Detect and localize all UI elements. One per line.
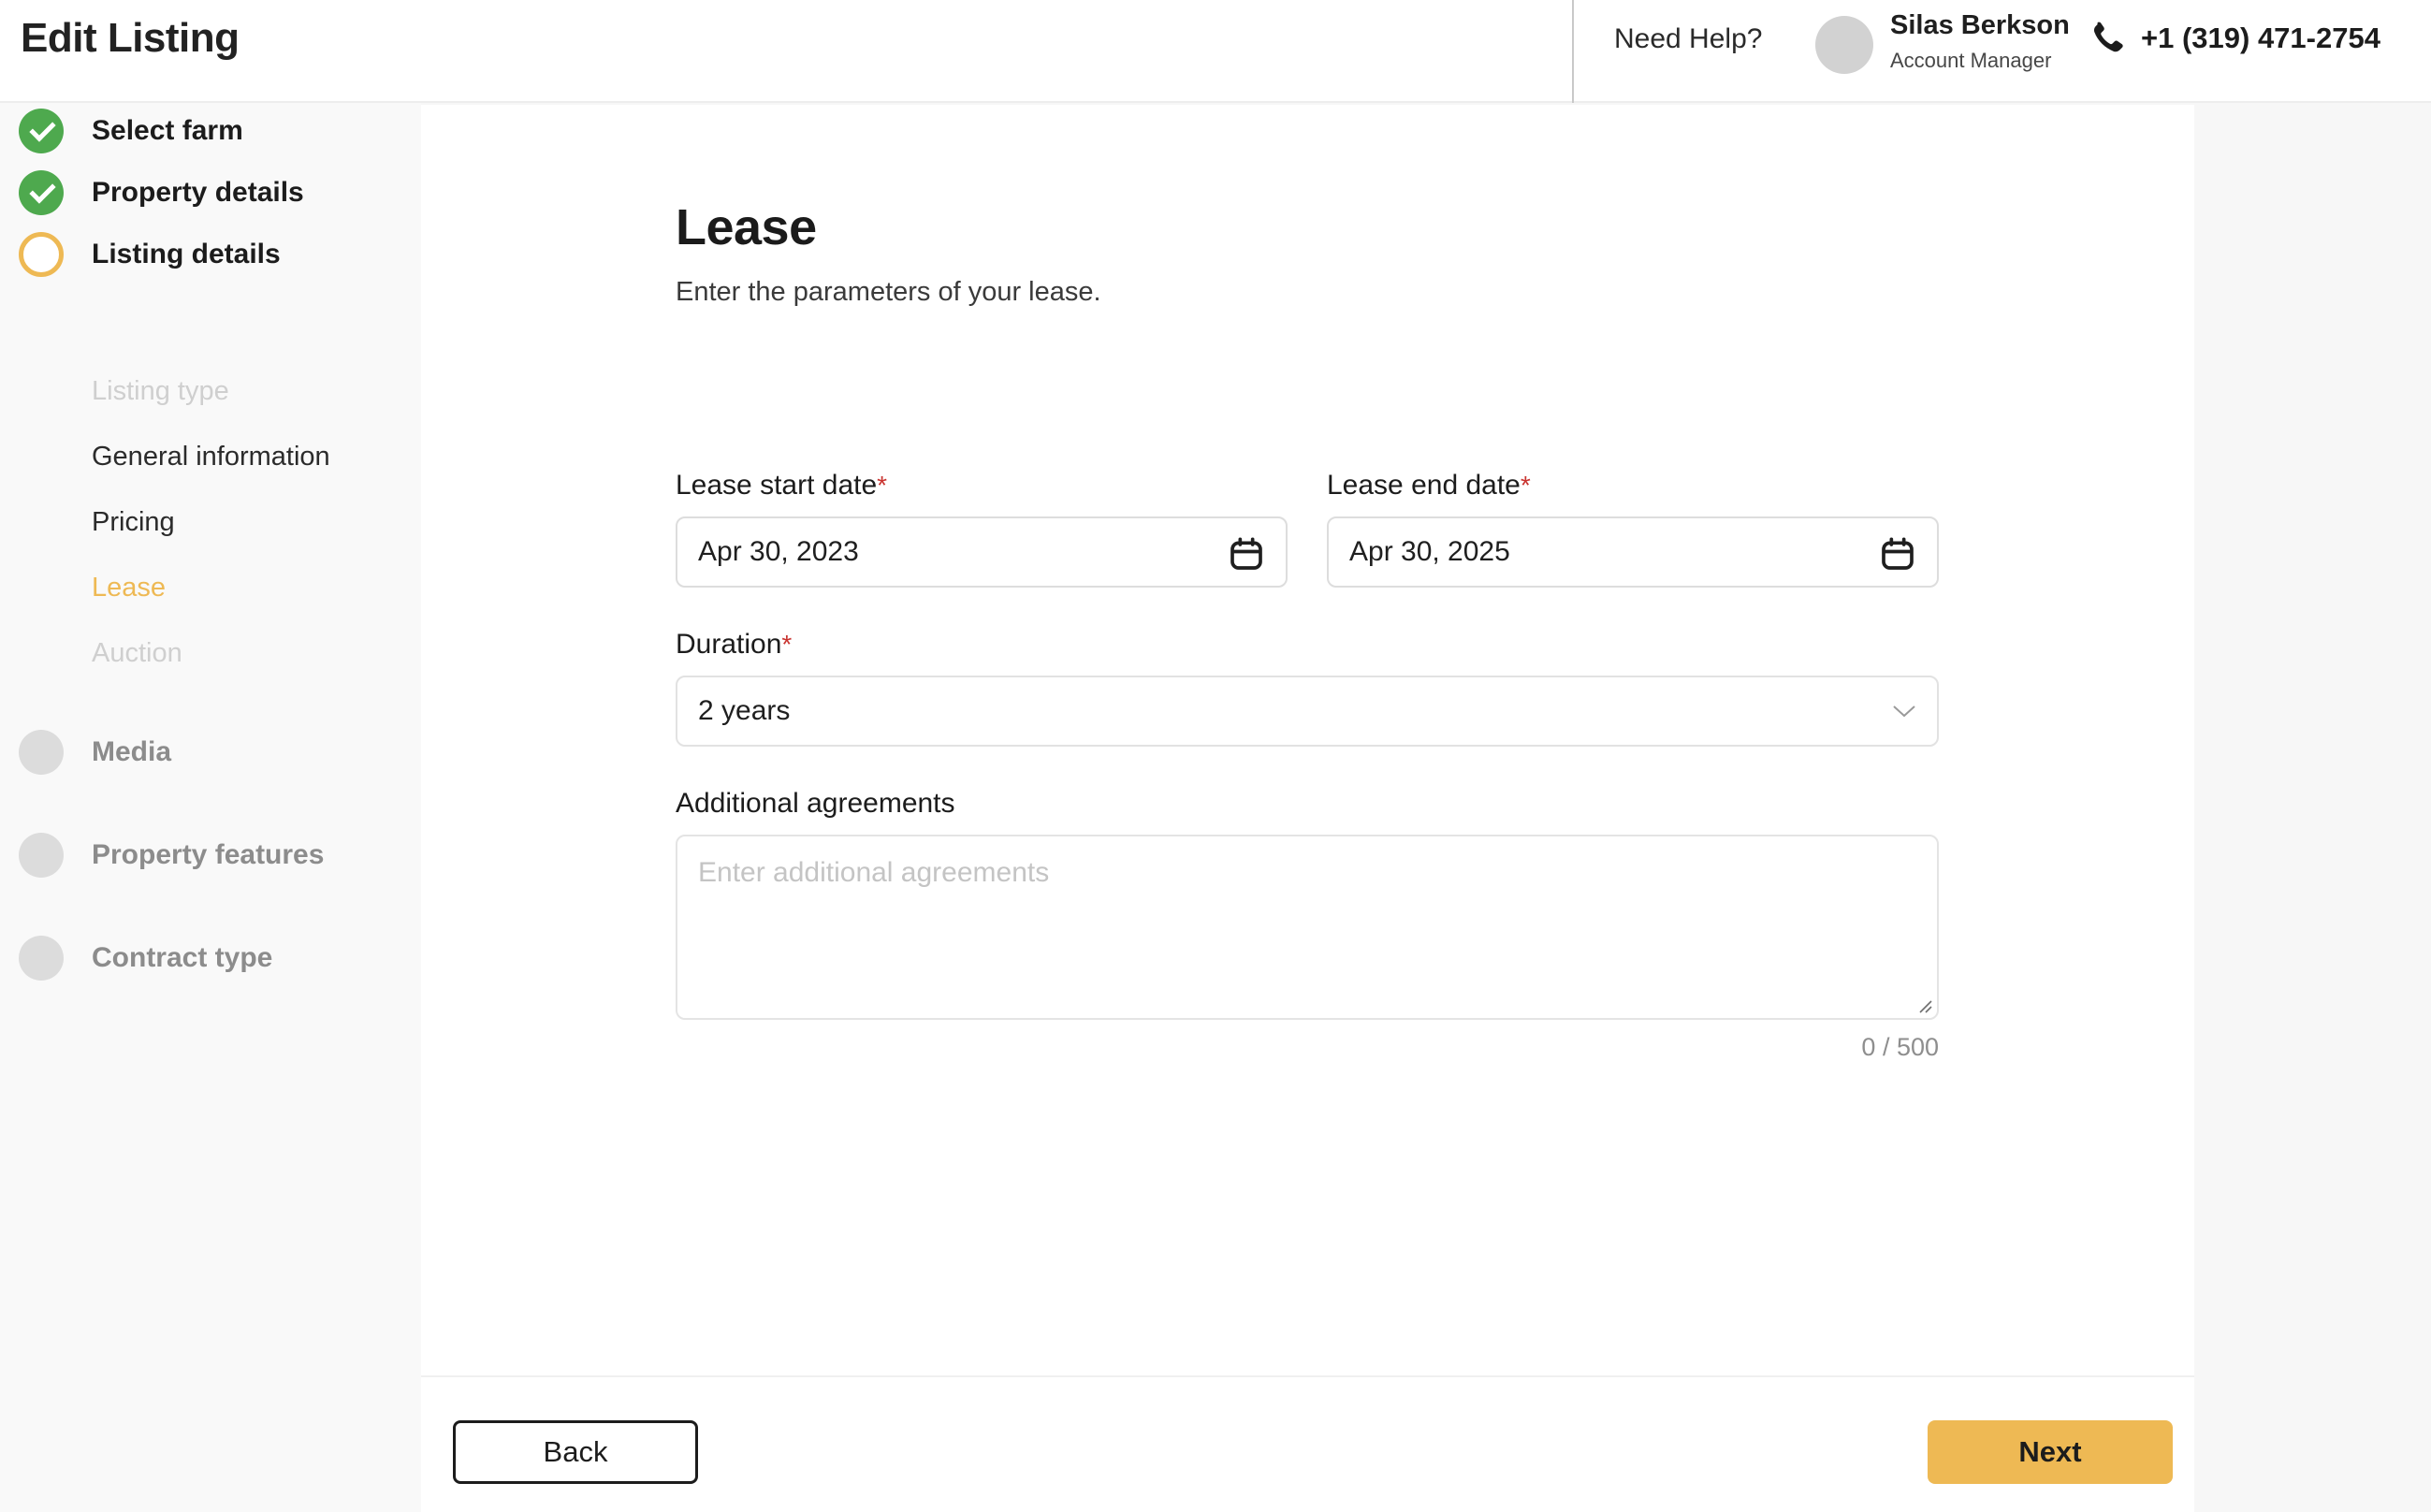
sidebar-substep-lease[interactable]: Lease	[92, 573, 166, 603]
footer-divider	[421, 1375, 2194, 1377]
required-asterisk: *	[781, 630, 792, 659]
additional-agreements-field: Additional agreements Enter additional a…	[676, 788, 1939, 1062]
lease-start-date-label: Lease start date*	[676, 470, 1288, 502]
header-divider	[1572, 0, 1574, 103]
sidebar-step-contract-type[interactable]: Contract type	[0, 930, 421, 986]
page-title: Edit Listing	[21, 15, 240, 62]
sidebar-step-listing-details[interactable]: Listing details	[0, 226, 421, 283]
edit-listing-page: Edit Listing Need Help? Silas Berkson Ac…	[0, 0, 2431, 1512]
wizard-sidebar: Select farm Property details Listing det…	[0, 103, 421, 1512]
current-step-circle-icon	[19, 232, 64, 277]
label-text: Lease end date	[1327, 470, 1521, 501]
lease-end-date-value: Apr 30, 2025	[1349, 536, 1510, 568]
required-asterisk: *	[877, 471, 887, 500]
check-circle-icon	[19, 109, 64, 153]
label-text: Duration	[676, 629, 781, 660]
sidebar-step-label: Property features	[92, 839, 324, 871]
duration-value: 2 years	[698, 695, 790, 727]
sidebar-substep-auction: Auction	[92, 638, 182, 669]
additional-agreements-textarea[interactable]: Enter additional agreements	[676, 835, 1939, 1020]
pending-step-circle-icon	[19, 730, 64, 775]
character-counter: 0 / 500	[676, 1033, 1939, 1062]
account-manager-role: Account Manager	[1890, 49, 2051, 73]
phone-number: +1 (319) 471-2754	[2141, 22, 2380, 55]
lease-end-date-field: Lease end date* Apr 30, 2025	[1327, 470, 1939, 588]
sidebar-step-media[interactable]: Media	[0, 724, 421, 780]
additional-agreements-label: Additional agreements	[676, 788, 1939, 820]
phone-icon	[2087, 19, 2126, 58]
sidebar-step-property-details[interactable]: Property details	[0, 165, 421, 221]
pending-step-circle-icon	[19, 833, 64, 878]
lease-start-date-input[interactable]: Apr 30, 2023	[676, 516, 1288, 588]
chevron-down-icon[interactable]	[1892, 704, 1916, 719]
sidebar-substep-listing-type: Listing type	[92, 376, 229, 407]
check-circle-icon	[19, 170, 64, 215]
sidebar-step-label: Listing details	[92, 239, 281, 270]
back-button[interactable]: Back	[453, 1420, 698, 1484]
lease-start-date-value: Apr 30, 2023	[698, 536, 859, 568]
lease-end-date-input[interactable]: Apr 30, 2025	[1327, 516, 1939, 588]
sidebar-substep-pricing[interactable]: Pricing	[92, 507, 175, 538]
lease-start-date-field: Lease start date* Apr 30, 2023	[676, 470, 1288, 588]
section-title: Lease	[676, 198, 1101, 256]
sidebar-step-property-features[interactable]: Property features	[0, 827, 421, 883]
sidebar-step-label: Select farm	[92, 115, 243, 147]
required-asterisk: *	[1521, 471, 1531, 500]
sidebar-substep-general-information[interactable]: General information	[92, 442, 330, 472]
duration-label: Duration*	[676, 629, 1939, 661]
pending-step-circle-icon	[19, 936, 64, 981]
calendar-icon[interactable]	[1228, 535, 1265, 573]
lease-end-date-label: Lease end date*	[1327, 470, 1939, 502]
date-fields-row: Lease start date* Apr 30, 2023	[676, 470, 1939, 588]
sidebar-step-select-farm[interactable]: Select farm	[0, 103, 421, 159]
additional-agreements-placeholder: Enter additional agreements	[698, 857, 1916, 889]
account-manager-name: Silas Berkson	[1890, 10, 2070, 41]
phone-contact[interactable]: +1 (319) 471-2754	[2087, 19, 2380, 58]
section-subtitle: Enter the parameters of your lease.	[676, 277, 1101, 308]
resize-handle[interactable]	[1913, 994, 1933, 1014]
duration-field: Duration* 2 years	[676, 629, 1939, 747]
next-button[interactable]: Next	[1928, 1420, 2173, 1484]
section-heading-block: Lease Enter the parameters of your lease…	[676, 198, 1101, 308]
duration-select[interactable]: 2 years	[676, 676, 1939, 747]
lease-form: Lease start date* Apr 30, 2023	[676, 470, 1939, 1062]
label-text: Lease start date	[676, 470, 877, 501]
need-help-label[interactable]: Need Help?	[1614, 23, 1762, 55]
calendar-icon[interactable]	[1879, 535, 1916, 573]
content-panel: Lease Enter the parameters of your lease…	[421, 105, 2194, 1512]
sidebar-step-label: Contract type	[92, 942, 272, 974]
sidebar-step-label: Property details	[92, 177, 304, 209]
sidebar-step-label: Media	[92, 736, 171, 768]
avatar	[1815, 16, 1873, 74]
app-header: Edit Listing Need Help? Silas Berkson Ac…	[0, 0, 2431, 103]
